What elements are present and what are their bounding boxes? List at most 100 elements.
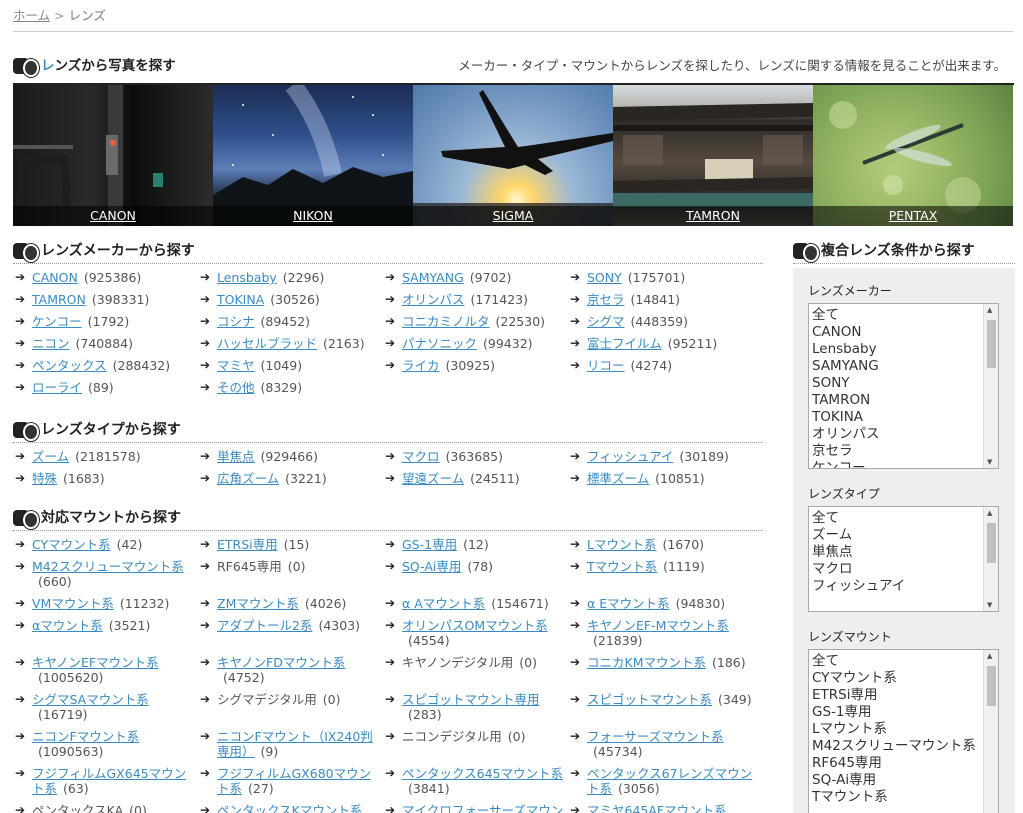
select-option[interactable]: Lマウント系 (812, 721, 980, 738)
select-option[interactable]: TAMRON (812, 392, 980, 409)
scroll-up-icon[interactable]: ▲ (987, 652, 992, 660)
tamron-photo-link[interactable]: TAMRON (686, 208, 740, 223)
select-option[interactable]: SONY (812, 375, 980, 392)
item-link[interactable]: ニコン (32, 336, 70, 351)
select-option[interactable]: Lensbaby (812, 341, 980, 358)
item-link[interactable]: TAMRON (32, 292, 86, 307)
item-link[interactable]: 望遠ズーム (402, 471, 464, 486)
select-option[interactable]: 単焦点 (812, 544, 980, 561)
scrollbar[interactable]: ▲ ▼ (983, 507, 998, 611)
select-option[interactable]: マクロ (812, 561, 980, 578)
item-link[interactable]: マクロ (402, 449, 440, 464)
item-link[interactable]: M42スクリューマウント系 (32, 559, 184, 574)
item-link[interactable]: シグマ (587, 314, 625, 329)
pentax-photo-link[interactable]: PENTAX (889, 208, 938, 223)
item-link[interactable]: ペンタックス645マウント系 (402, 766, 563, 781)
item-link[interactable]: ペンタックス67レンズマウント系 (587, 766, 752, 796)
item-link[interactable]: 標準ズーム (587, 471, 649, 486)
photo-sigma[interactable]: SIGMA (413, 85, 613, 226)
item-link[interactable]: SQ-Ai専用 (402, 559, 461, 574)
select-option[interactable]: SQ-Ai専用 (812, 772, 980, 789)
item-link[interactable]: フォーサーズマウント系 (587, 729, 724, 744)
item-link[interactable]: 単焦点 (217, 449, 255, 464)
item-link[interactable]: Lマウント系 (587, 537, 656, 552)
select-option[interactable]: 京セラ (812, 443, 980, 460)
item-link[interactable]: ニコンFマウント系 (32, 729, 139, 744)
scrollbar[interactable]: ▲ (983, 650, 998, 813)
item-link[interactable]: その他 (217, 380, 255, 395)
scrollbar-thumb[interactable] (987, 666, 996, 706)
item-link[interactable]: フジフィルムGX645マウント系 (32, 766, 186, 796)
item-link[interactable]: 京セラ (587, 292, 625, 307)
item-link[interactable]: コシナ (217, 314, 255, 329)
photo-pentax[interactable]: PENTAX (813, 85, 1013, 226)
item-link[interactable]: SAMYANG (402, 270, 464, 285)
item-link[interactable]: スピゴットマウント系 (587, 692, 712, 707)
item-link[interactable]: ペンタックス (32, 358, 107, 373)
item-link[interactable]: GS-1専用 (402, 537, 457, 552)
item-link[interactable]: ケンコー (32, 314, 82, 329)
scroll-up-icon[interactable]: ▲ (987, 509, 992, 517)
item-link[interactable]: ライカ (402, 358, 440, 373)
item-link[interactable]: ニコンFマウント（IX240判専用） (217, 729, 373, 759)
select-option[interactable]: 全て (812, 307, 980, 324)
item-link[interactable]: 富士フイルム (587, 336, 662, 351)
item-link[interactable]: Lensbaby (217, 270, 277, 285)
scrollbar[interactable]: ▲ ▼ (983, 304, 998, 468)
item-link[interactable]: 広角ズーム (217, 471, 279, 486)
scroll-down-icon[interactable]: ▼ (987, 458, 992, 466)
select-option[interactable]: ETRSi専用 (812, 687, 980, 704)
item-link[interactable]: ローライ (32, 380, 82, 395)
item-link[interactable]: ペンタックスKマウント系 (217, 803, 362, 813)
item-link[interactable]: 特殊 (32, 471, 57, 486)
breadcrumb-home-link[interactable]: ホーム (13, 8, 50, 23)
item-link[interactable]: キヤノンEF-Mマウント系 (587, 618, 729, 633)
select-option[interactable]: CANON (812, 324, 980, 341)
photo-canon[interactable]: CANON (13, 85, 213, 226)
canon-photo-link[interactable]: CANON (90, 208, 136, 223)
item-link[interactable]: フジフィルムGX680マウント系 (217, 766, 371, 796)
item-link[interactable]: パナソニック (402, 336, 477, 351)
item-link[interactable]: αマウント系 (32, 618, 103, 633)
item-link[interactable]: コニカKMマウント系 (587, 655, 706, 670)
item-link[interactable]: SONY (587, 270, 622, 285)
select-option[interactable]: 全て (812, 510, 980, 527)
select-option[interactable]: フィッシュアイ (812, 578, 980, 595)
select-option[interactable]: ケンコー (812, 460, 980, 468)
item-link[interactable]: CYマウント系 (32, 537, 111, 552)
item-link[interactable]: スピゴットマウント専用 (402, 692, 540, 707)
nikon-photo-link[interactable]: NIKON (293, 208, 333, 223)
scrollbar-thumb[interactable] (987, 523, 996, 563)
select-option[interactable]: 全て (812, 653, 980, 670)
photo-tamron[interactable]: TAMRON (613, 85, 813, 226)
item-link[interactable]: キヤノンEFマウント系 (32, 655, 159, 670)
item-link[interactable]: オリンパスOMマウント系 (402, 618, 548, 633)
item-link[interactable]: コニカミノルタ (402, 314, 490, 329)
item-link[interactable]: Tマウント系 (587, 559, 657, 574)
scrollbar-thumb[interactable] (987, 320, 996, 368)
select-option[interactable]: TOKINA (812, 409, 980, 426)
select-option[interactable]: RF645専用 (812, 755, 980, 772)
type-select[interactable]: 全て ズーム 単焦点 マクロ フィッシュアイ ▲ ▼ (808, 506, 999, 612)
item-link[interactable]: マミヤ (217, 358, 255, 373)
photo-nikon[interactable]: NIKON (213, 85, 413, 226)
item-link[interactable]: ハッセルブラッド (217, 336, 317, 351)
item-link[interactable]: CANON (32, 270, 78, 285)
item-link[interactable]: マミヤ645AFマウント系 (587, 803, 727, 813)
scroll-down-icon[interactable]: ▼ (987, 601, 992, 609)
item-link[interactable]: アダプトール2系 (217, 618, 312, 633)
item-link[interactable]: VMマウント系 (32, 596, 114, 611)
select-option[interactable]: SAMYANG (812, 358, 980, 375)
select-option[interactable]: Tマウント系 (812, 789, 980, 806)
select-option[interactable]: CYマウント系 (812, 670, 980, 687)
select-option[interactable]: M42スクリューマウント系 (812, 738, 980, 755)
item-link[interactable]: α Aマウント系 (402, 596, 485, 611)
mount-select[interactable]: 全て CYマウント系 ETRSi専用 GS-1専用 Lマウント系 M42スクリューマウント… (808, 649, 999, 813)
maker-select[interactable]: 全て CANON Lensbaby SAMYANG SONY TAMRON TOKINA オリ… (808, 303, 999, 469)
sigma-photo-link[interactable]: SIGMA (493, 208, 534, 223)
item-link[interactable]: シグマSAマウント系 (32, 692, 149, 707)
item-link[interactable]: α Eマウント系 (587, 596, 670, 611)
select-option[interactable]: ズーム (812, 527, 980, 544)
item-link[interactable]: ズーム (32, 449, 69, 464)
scroll-up-icon[interactable]: ▲ (987, 306, 992, 314)
